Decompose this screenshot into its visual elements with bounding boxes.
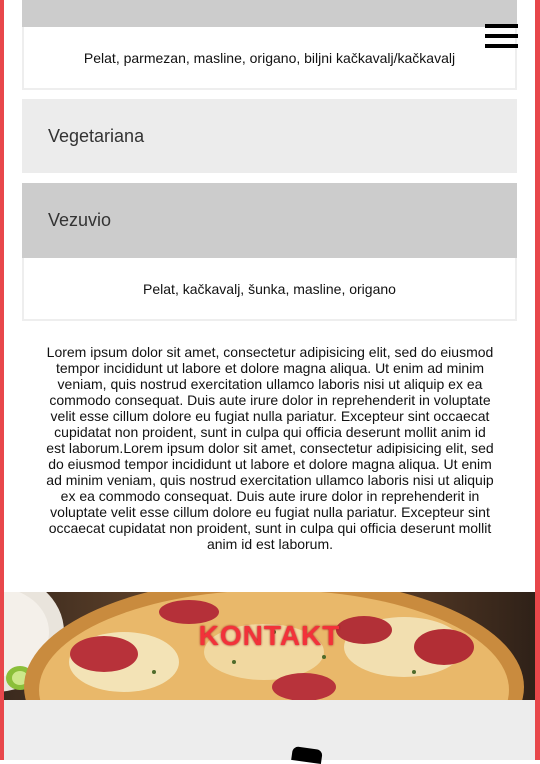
pizza-name: Vegetariana (48, 125, 145, 146)
contact-title: KONTAKT (198, 620, 341, 651)
about-text: Lorem ipsum dolor sit amet, consectetur … (46, 344, 494, 552)
pizza-ingredients: Pelat, parmezan, masline, origano, biljn… (83, 49, 456, 66)
pizza-accordion-header[interactable] (22, 0, 517, 27)
pizza-accordion-body: Pelat, parmezan, masline, origano, biljn… (22, 27, 517, 90)
pizza-ingredients: Pelat, kačkavalj, šunka, masline, origan… (143, 280, 396, 297)
contact-section (4, 700, 535, 764)
pizza-accordion-header-vezuvio[interactable]: Vezuvio (22, 183, 517, 258)
hamburger-menu-icon[interactable] (485, 24, 518, 49)
pizza-accordion-body-vezuvio: Pelat, kačkavalj, šunka, masline, origan… (22, 258, 517, 321)
map-pin-icon (291, 745, 323, 764)
pizza-name: Vezuvio (48, 210, 112, 230)
page-border-right (535, 0, 540, 760)
pizza-accordion-header-vegetariana[interactable]: Vegetariana (22, 99, 517, 173)
contact-banner: KONTAKT (4, 592, 535, 700)
